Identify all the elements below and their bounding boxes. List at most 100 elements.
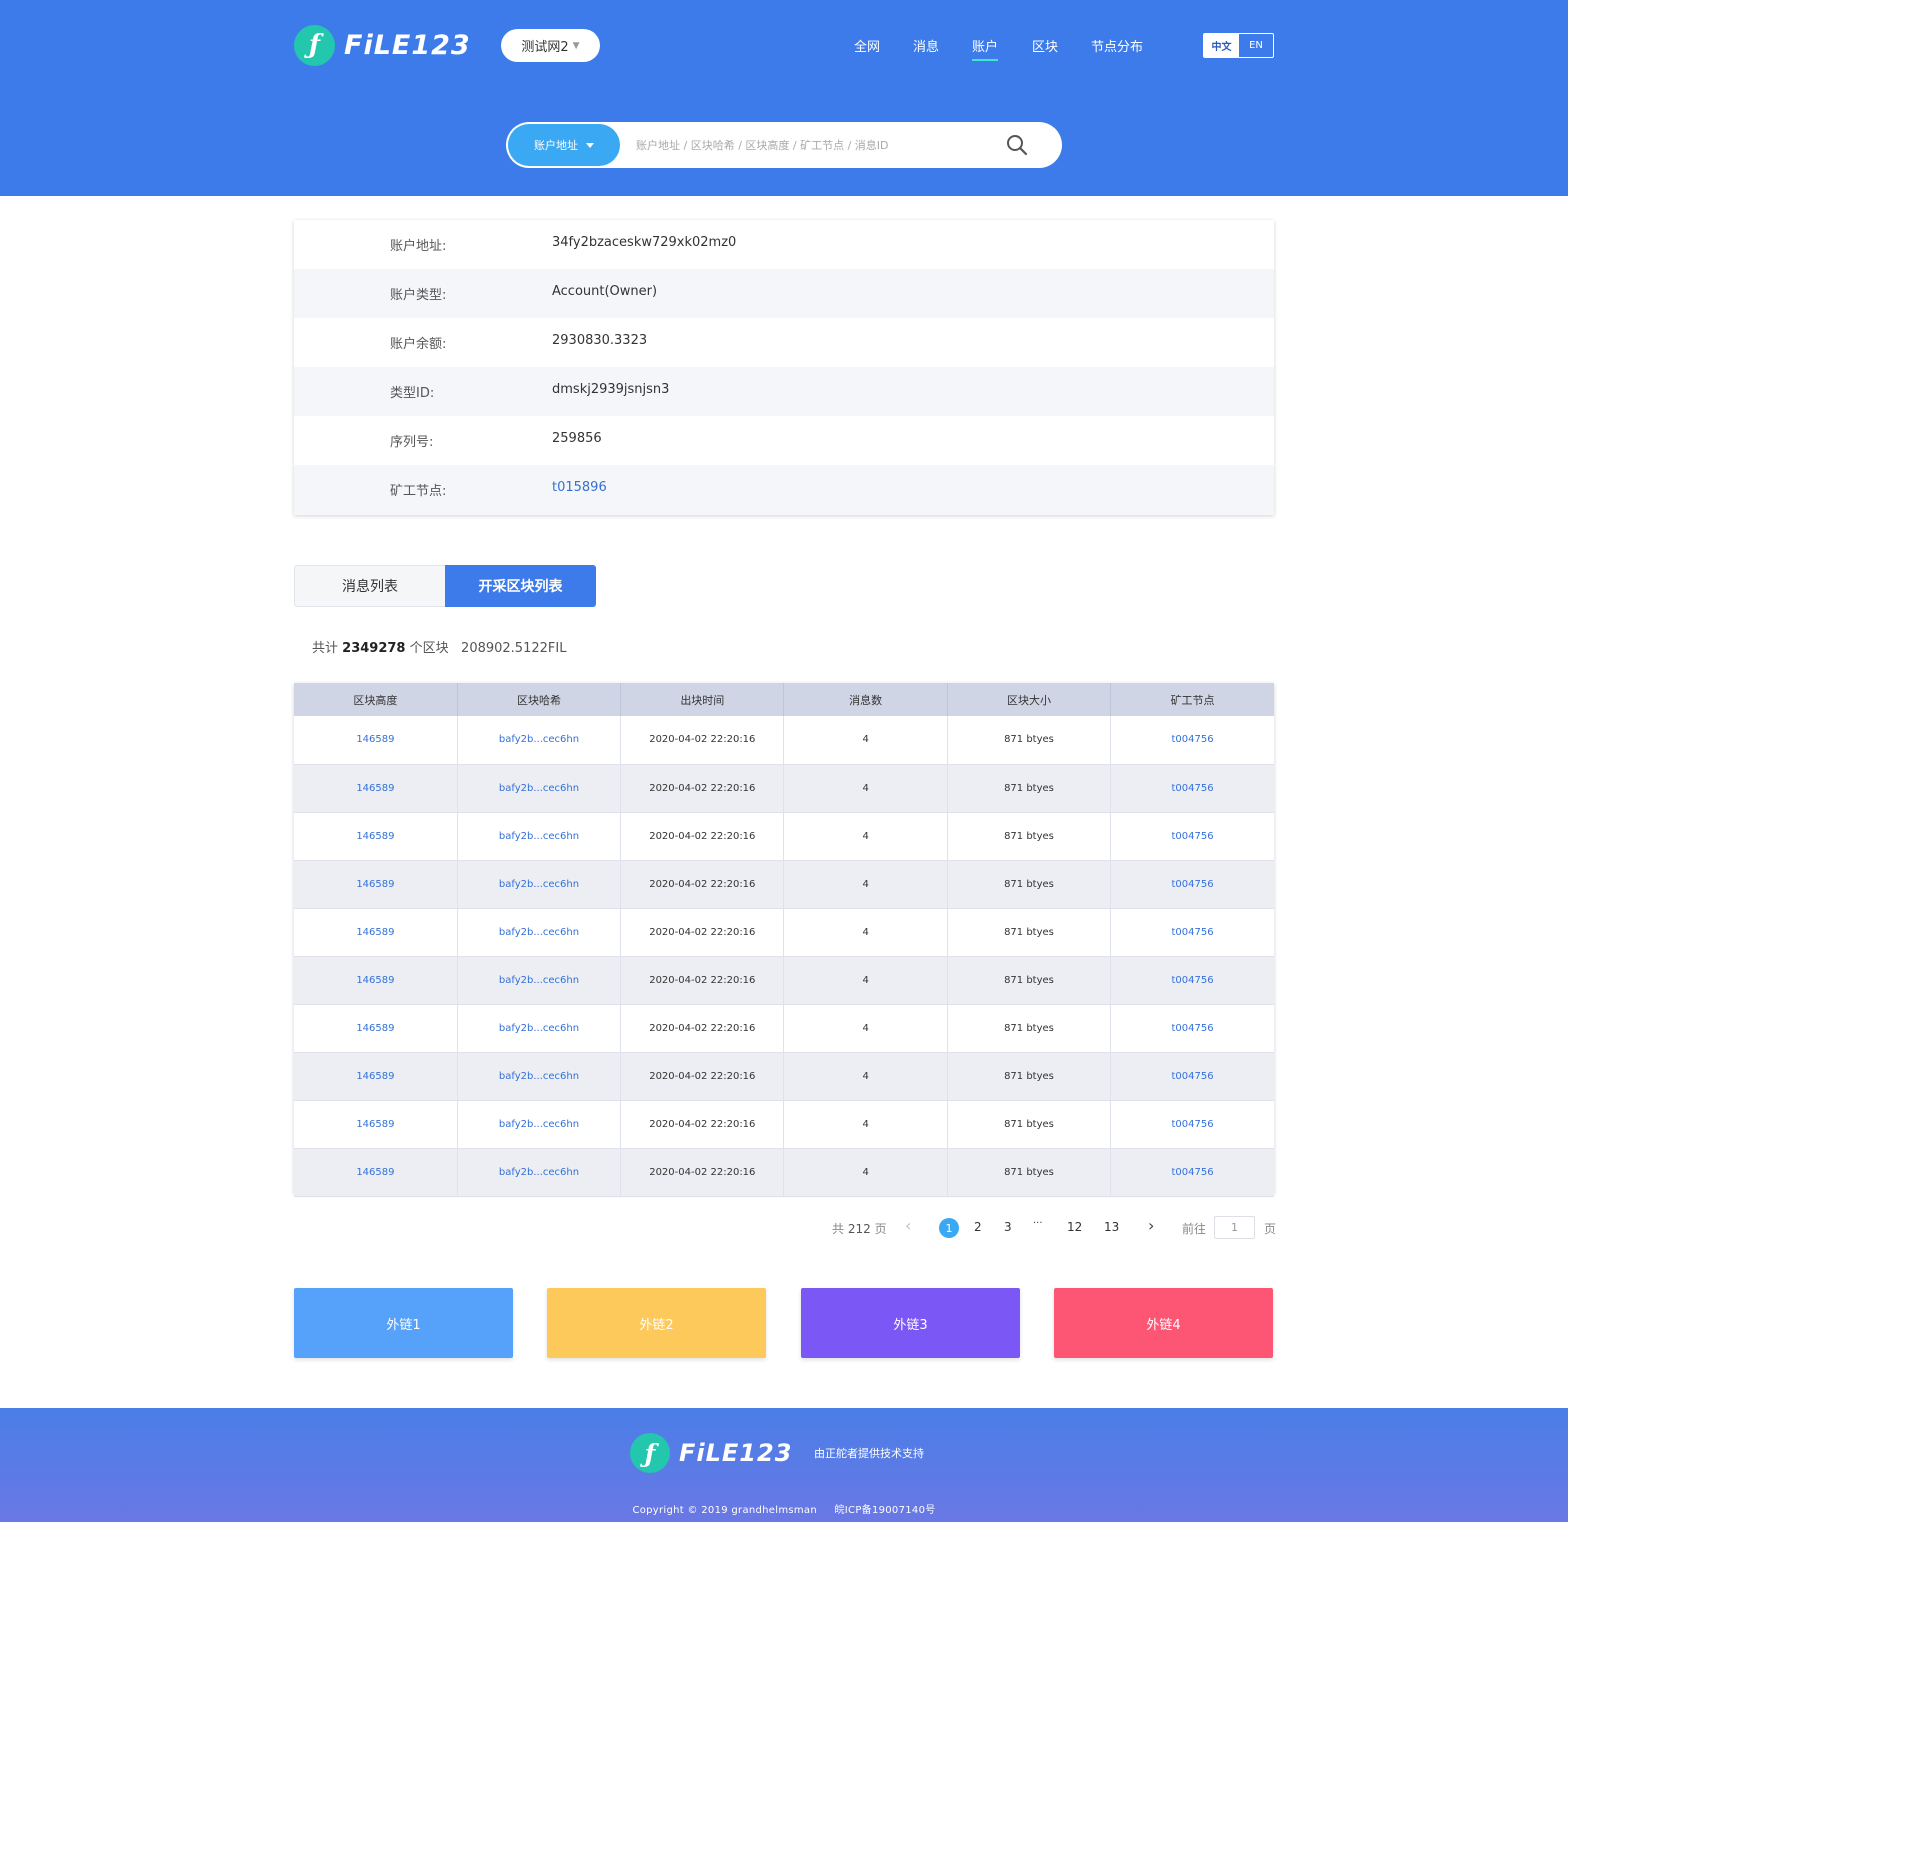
- table-row: 146589 bafy2b...cec6hn 2020-04-02 22:20:16…: [294, 908, 1274, 957]
- miner-node-link[interactable]: t004756: [1110, 1148, 1274, 1197]
- lang-en-button[interactable]: EN: [1239, 34, 1273, 57]
- page-button[interactable]: 2: [974, 1220, 982, 1234]
- column-header-miner: 矿工节点: [1110, 683, 1274, 716]
- block-time: 2020-04-02 22:20:16: [620, 716, 785, 765]
- nav-item-node-distribution[interactable]: 节点分布: [1091, 36, 1143, 55]
- search-bar: 账户地址: [506, 122, 1062, 168]
- nav-item-network[interactable]: 全网: [854, 36, 880, 55]
- message-count: 4: [783, 1100, 948, 1149]
- goto-label: 前往: [1182, 1222, 1207, 1236]
- external-link-4[interactable]: 外链4: [1054, 1288, 1273, 1358]
- block-hash-link[interactable]: bafy2b...cec6hn: [457, 956, 622, 1005]
- miner-node-link[interactable]: t004756: [1110, 956, 1274, 1005]
- block-size: 871 btyes: [947, 812, 1112, 861]
- miner-node-link[interactable]: t004756: [1110, 1052, 1274, 1101]
- external-link-1[interactable]: 外链1: [294, 1288, 513, 1358]
- message-count: 4: [783, 716, 948, 765]
- miner-node-link[interactable]: t004756: [1110, 1100, 1274, 1149]
- block-height-link[interactable]: 146589: [294, 716, 458, 765]
- logo[interactable]: ƒ FiLE123: [294, 24, 471, 66]
- block-hash-link[interactable]: bafy2b...cec6hn: [457, 716, 622, 765]
- goto-page-input[interactable]: [1214, 1216, 1255, 1239]
- network-select[interactable]: 测试网2 ▼: [501, 29, 600, 62]
- external-link-3[interactable]: 外链3: [801, 1288, 1020, 1358]
- block-hash-link[interactable]: bafy2b...cec6hn: [457, 1100, 622, 1149]
- table-row: 146589 bafy2b...cec6hn 2020-04-02 22:20:16…: [294, 1004, 1274, 1053]
- blocks-table: 区块高度 区块哈希 出块时间 消息数 区块大小 矿工节点 146589 bafy2…: [294, 683, 1274, 1197]
- block-size: 871 btyes: [947, 1100, 1112, 1149]
- search-icon[interactable]: [1006, 134, 1028, 156]
- block-height-link[interactable]: 146589: [294, 1148, 458, 1197]
- block-time: 2020-04-02 22:20:16: [620, 860, 785, 909]
- tab-messages[interactable]: 消息列表: [294, 565, 445, 607]
- table-row: 146589 bafy2b...cec6hn 2020-04-02 22:20:16…: [294, 1148, 1274, 1197]
- lang-zh-button[interactable]: 中文: [1204, 34, 1239, 57]
- chevron-left-icon[interactable]: ‹: [905, 1216, 911, 1235]
- message-count: 4: [783, 1004, 948, 1053]
- miner-node-link[interactable]: t004756: [1110, 1004, 1274, 1053]
- page-button[interactable]: 13: [1104, 1220, 1119, 1234]
- filecoin-logo-icon: ƒ: [294, 24, 335, 66]
- block-hash-link[interactable]: bafy2b...cec6hn: [457, 1148, 622, 1197]
- network-label: 测试网2: [521, 40, 569, 55]
- page-button-current[interactable]: 1: [939, 1218, 959, 1238]
- icp-text[interactable]: 皖ICP备19007140号: [834, 1505, 935, 1516]
- external-link-2[interactable]: 外链2: [547, 1288, 766, 1358]
- block-height-link[interactable]: 146589: [294, 860, 458, 909]
- summary-amount: 208902.5122FIL: [461, 641, 567, 656]
- page-button[interactable]: 12: [1067, 1220, 1082, 1234]
- block-hash-link[interactable]: bafy2b...cec6hn: [457, 860, 622, 909]
- logo-text: FiLE123: [344, 29, 471, 61]
- block-height-link[interactable]: 146589: [294, 956, 458, 1005]
- nav-item-messages[interactable]: 消息: [913, 36, 939, 55]
- miner-node-link[interactable]: t004756: [1110, 716, 1274, 765]
- page-button[interactable]: 3: [1004, 1220, 1012, 1234]
- block-height-link[interactable]: 146589: [294, 1052, 458, 1101]
- table-row: 146589 bafy2b...cec6hn 2020-04-02 22:20:16…: [294, 812, 1274, 861]
- search-type-dropdown[interactable]: 账户地址: [508, 124, 620, 166]
- block-hash-link[interactable]: bafy2b...cec6hn: [457, 812, 622, 861]
- account-info-card: 账户地址: 34fy2bzaceskw729xk02mz0 账户类型: Acco…: [294, 220, 1274, 515]
- nav-item-accounts[interactable]: 账户: [972, 36, 999, 61]
- block-hash-link[interactable]: bafy2b...cec6hn: [457, 1052, 622, 1101]
- footer-support-text: 由正舵者提供技术支持: [814, 1447, 924, 1460]
- info-row-address: 账户地址: 34fy2bzaceskw729xk02mz0: [294, 220, 1274, 269]
- block-height-link[interactable]: 146589: [294, 908, 458, 957]
- list-tabs: 消息列表 开采区块列表: [294, 565, 596, 607]
- total-pages: 212: [847, 1222, 871, 1236]
- block-hash-link[interactable]: bafy2b...cec6hn: [457, 1004, 622, 1053]
- header: ƒ FiLE123 测试网2 ▼ 全网 消息 账户 区块 节点分布 中文 EN …: [0, 0, 1568, 196]
- nav-item-blocks[interactable]: 区块: [1032, 36, 1058, 55]
- block-height-link[interactable]: 146589: [294, 1004, 458, 1053]
- block-height-link[interactable]: 146589: [294, 1100, 458, 1149]
- message-count: 4: [783, 764, 948, 813]
- footer-logo[interactable]: ƒ FiLE123: [630, 1433, 792, 1473]
- column-header-messages: 消息数: [783, 683, 948, 716]
- caret-down-icon: [586, 142, 594, 148]
- table-row: 146589 bafy2b...cec6hn 2020-04-02 22:20:16…: [294, 860, 1274, 909]
- info-label: 账户地址:: [390, 239, 447, 254]
- copyright-text: Copyright © 2019 grandhelmsman: [632, 1505, 817, 1516]
- block-time: 2020-04-02 22:20:16: [620, 812, 785, 861]
- miner-node-link[interactable]: t004756: [1110, 764, 1274, 813]
- info-value: 34fy2bzaceskw729xk02mz0: [552, 235, 737, 250]
- block-hash-link[interactable]: bafy2b...cec6hn: [457, 908, 622, 957]
- miner-node-link[interactable]: t004756: [1110, 908, 1274, 957]
- tab-mined-blocks[interactable]: 开采区块列表: [445, 565, 596, 607]
- search-input[interactable]: [634, 132, 994, 158]
- chevron-right-icon[interactable]: ›: [1148, 1216, 1154, 1235]
- block-height-link[interactable]: 146589: [294, 764, 458, 813]
- info-value: dmskj2939jsnjsn3: [552, 382, 670, 397]
- info-value: 259856: [552, 431, 602, 446]
- filecoin-logo-icon: ƒ: [630, 1433, 670, 1473]
- block-time: 2020-04-02 22:20:16: [620, 1052, 785, 1101]
- miner-node-link[interactable]: t004756: [1110, 812, 1274, 861]
- block-hash-link[interactable]: bafy2b...cec6hn: [457, 764, 622, 813]
- miner-node-link[interactable]: t004756: [1110, 860, 1274, 909]
- block-size: 871 btyes: [947, 716, 1112, 765]
- pagination-total: 共 212 页: [832, 1220, 887, 1237]
- miner-node-link[interactable]: t015896: [552, 480, 607, 495]
- page-ellipsis[interactable]: ···: [1033, 1218, 1043, 1229]
- footer-logo-text: FiLE123: [679, 1439, 793, 1467]
- block-height-link[interactable]: 146589: [294, 812, 458, 861]
